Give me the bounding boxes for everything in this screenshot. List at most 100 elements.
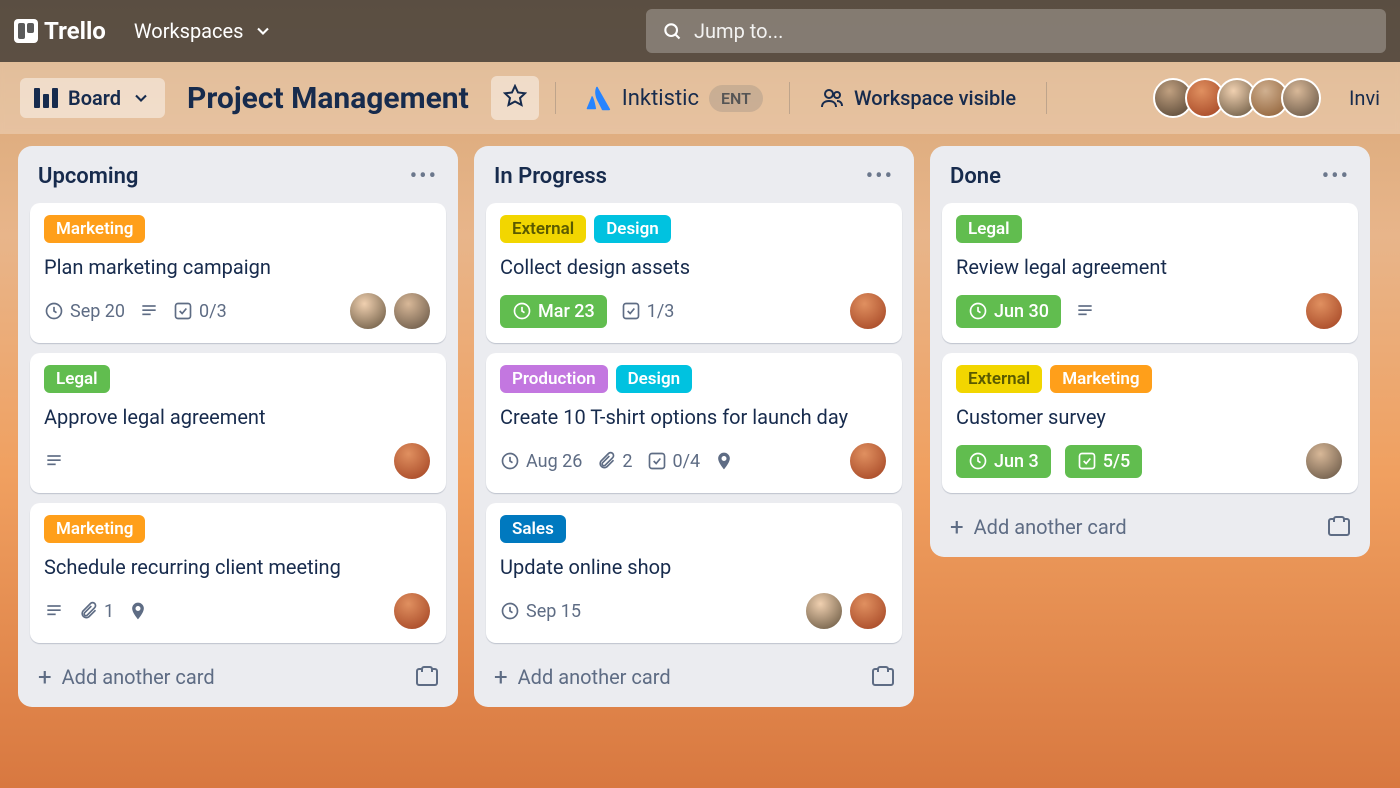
due-date-badge[interactable]: Sep 15: [500, 601, 581, 622]
board-title[interactable]: Project Management: [181, 81, 475, 116]
card-labels: Sales: [500, 515, 888, 543]
clock-icon: [44, 301, 64, 321]
list-title[interactable]: Done: [950, 164, 1001, 189]
location-badge: [714, 451, 734, 471]
avatar[interactable]: [1304, 441, 1344, 481]
card-members: [1304, 291, 1344, 331]
card-badges: 1: [44, 591, 432, 631]
brand-text: Trello: [44, 17, 106, 45]
plus-icon: +: [494, 663, 508, 691]
add-card-button[interactable]: +Add another card: [30, 653, 446, 695]
avatar[interactable]: [392, 291, 432, 331]
avatar[interactable]: [348, 291, 388, 331]
card-label[interactable]: Marketing: [1050, 365, 1151, 393]
description-icon: [44, 601, 64, 621]
card-labels: External Marketing: [956, 365, 1344, 393]
card[interactable]: LegalApprove legal agreement: [30, 353, 446, 493]
description-badge: [44, 451, 64, 471]
search-icon: [662, 21, 682, 41]
avatar[interactable]: [1304, 291, 1344, 331]
divider: [1046, 82, 1047, 114]
card[interactable]: ExternalMarketingCustomer surveyJun 35/5: [942, 353, 1358, 493]
avatar[interactable]: [848, 591, 888, 631]
template-icon[interactable]: [872, 668, 894, 686]
card[interactable]: LegalReview legal agreementJun 30: [942, 203, 1358, 343]
search-placeholder: Jump to...: [694, 19, 783, 43]
invite-button[interactable]: Invi: [1337, 86, 1380, 110]
card-badges: Sep 200/3: [44, 291, 432, 331]
avatar[interactable]: [804, 591, 844, 631]
people-icon: [820, 86, 844, 110]
card-label[interactable]: Design: [594, 215, 671, 243]
checklist-icon: [647, 451, 667, 471]
list-menu-button[interactable]: •••: [1322, 164, 1350, 189]
due-date-badge[interactable]: Sep 20: [44, 301, 125, 322]
card[interactable]: MarketingSchedule recurring client meeti…: [30, 503, 446, 643]
due-date-badge[interactable]: Jun 30: [956, 295, 1061, 328]
list: Done ••• LegalReview legal agreementJun 30…: [930, 146, 1370, 557]
due-date-badge[interactable]: Mar 23: [500, 295, 607, 328]
card-title: Collect design assets: [500, 253, 888, 281]
list-header: In Progress •••: [486, 158, 902, 193]
card-label[interactable]: Design: [616, 365, 693, 393]
card-label[interactable]: Legal: [44, 365, 110, 393]
attachment-icon: [596, 451, 616, 471]
card-badges: Jun 35/5: [956, 441, 1344, 481]
card-badges: [44, 441, 432, 481]
chevron-down-icon: [253, 21, 273, 41]
atlassian-icon: [582, 83, 612, 113]
workspaces-dropdown[interactable]: Workspaces: [124, 13, 284, 49]
card-label[interactable]: External: [956, 365, 1042, 393]
due-date-badge[interactable]: Jun 3: [956, 445, 1051, 478]
list-menu-button[interactable]: •••: [866, 164, 894, 189]
board-view-button[interactable]: Board: [20, 78, 165, 118]
card-label[interactable]: Marketing: [44, 515, 145, 543]
org-button[interactable]: Inktistic ENT: [572, 77, 773, 119]
card-label[interactable]: Sales: [500, 515, 566, 543]
list: Upcoming ••• MarketingPlan marketing campa…: [18, 146, 458, 707]
card[interactable]: MarketingPlan marketing campaignSep 200/…: [30, 203, 446, 343]
location-icon: [128, 601, 148, 621]
avatar[interactable]: [392, 591, 432, 631]
template-icon[interactable]: [1328, 518, 1350, 536]
add-card-button[interactable]: +Add another card: [942, 503, 1358, 545]
list-title[interactable]: Upcoming: [38, 164, 138, 189]
avatar[interactable]: [392, 441, 432, 481]
visibility-button[interactable]: Workspace visible: [806, 78, 1030, 118]
card-labels: Marketing: [44, 515, 432, 543]
card-members: [848, 291, 888, 331]
card-members: [1304, 441, 1344, 481]
description-icon: [139, 301, 159, 321]
template-icon[interactable]: [416, 668, 438, 686]
star-icon: [503, 84, 527, 108]
description-badge: [139, 301, 159, 321]
add-card-button[interactable]: +Add another card: [486, 653, 902, 695]
list-menu-button[interactable]: •••: [410, 164, 438, 189]
description-badge: [44, 601, 64, 621]
top-nav: Trello Workspaces Jump to...: [0, 0, 1400, 62]
card[interactable]: SalesUpdate online shopSep 15: [486, 503, 902, 643]
checklist-icon: [1077, 451, 1097, 471]
card[interactable]: External Design Collect design assets Mar 2…: [486, 203, 902, 343]
card[interactable]: ProductionDesignCreate 10 T-shirt option…: [486, 353, 902, 493]
card-label[interactable]: Legal: [956, 215, 1022, 243]
location-icon: [714, 451, 734, 471]
avatar[interactable]: [848, 441, 888, 481]
member-avatars[interactable]: [1161, 78, 1321, 118]
visibility-label: Workspace visible: [854, 86, 1016, 110]
search-input[interactable]: Jump to...: [646, 9, 1386, 53]
avatar[interactable]: [848, 291, 888, 331]
board-canvas: Upcoming ••• MarketingPlan marketing campa…: [0, 134, 1400, 719]
workspaces-label: Workspaces: [134, 19, 244, 43]
trello-logo[interactable]: Trello: [14, 17, 106, 45]
checklist-icon: [173, 301, 193, 321]
star-button[interactable]: [491, 76, 539, 120]
card-labels: External Design: [500, 215, 888, 243]
checklist-badge: 0/4: [647, 451, 701, 472]
card-label[interactable]: Production: [500, 365, 608, 393]
card-label[interactable]: External: [500, 215, 586, 243]
due-date-badge[interactable]: Aug 26: [500, 451, 582, 472]
card-label[interactable]: Marketing: [44, 215, 145, 243]
avatar[interactable]: [1281, 78, 1321, 118]
list-title[interactable]: In Progress: [494, 164, 607, 189]
